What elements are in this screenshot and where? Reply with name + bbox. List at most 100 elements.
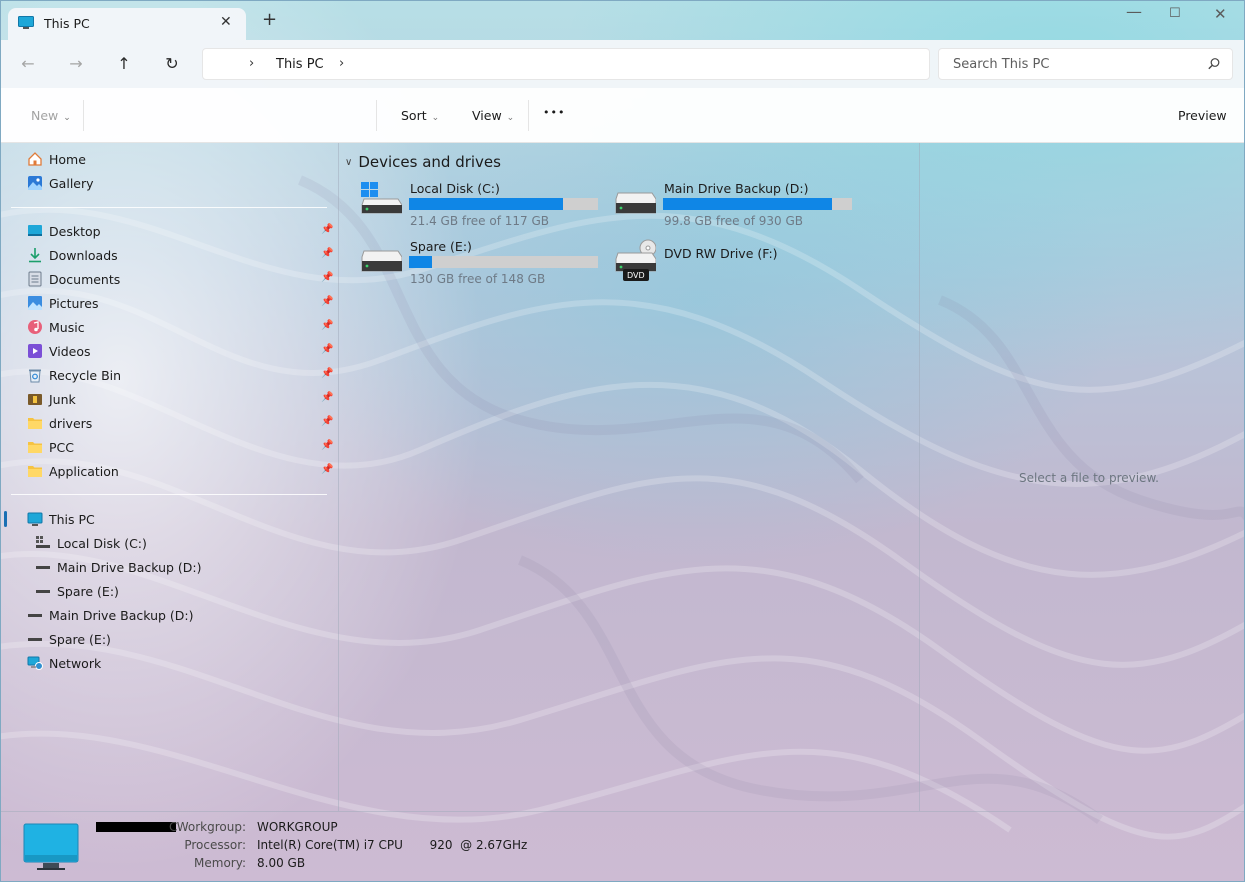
pane-divider[interactable] — [919, 143, 920, 811]
forward-button[interactable]: → — [66, 54, 86, 73]
search-input[interactable]: Search This PC — [953, 57, 1049, 72]
chevron-down-icon: ⌄ — [506, 113, 515, 123]
sidebar-item-pictures[interactable]: Pictures — [27, 292, 99, 314]
pin-icon[interactable]: 📌 — [321, 224, 333, 235]
sidebar-item-main-drive-backup-d-root[interactable]: Main Drive Backup (D:) — [27, 604, 194, 626]
pin-icon[interactable]: 📌 — [321, 248, 333, 259]
refresh-button[interactable]: ↻ — [162, 54, 182, 73]
sidebar-item-label: PCC — [49, 439, 74, 455]
new-button[interactable]: New ⌄ — [31, 108, 71, 123]
sidebar-item-junk[interactable]: Junk — [27, 388, 76, 410]
junk-icon — [28, 394, 42, 405]
title-bar: This PC ✕ + — ☐ ✕ — [0, 0, 1245, 40]
drive-name: Main Drive Backup (D:) — [664, 181, 809, 196]
sidebar-item-documents[interactable]: Documents — [27, 268, 120, 290]
sidebar-item-label: drivers — [49, 415, 93, 431]
pin-icon[interactable]: 📌 — [321, 320, 333, 331]
folder-icon — [28, 442, 42, 453]
sidebar-item-pcc[interactable]: PCC — [27, 436, 74, 458]
sidebar-item-desktop[interactable]: Desktop — [27, 220, 101, 242]
sidebar-item-application[interactable]: Application — [27, 460, 119, 482]
tab-this-pc[interactable]: This PC ✕ — [8, 8, 246, 40]
sidebar-item-label: Pictures — [49, 295, 99, 311]
drive-usage-fill — [409, 198, 564, 210]
drive-free-space: 21.4 GB free of 117 GB — [410, 214, 549, 228]
pin-icon[interactable]: 📌 — [321, 368, 333, 379]
folder-icon — [28, 466, 42, 477]
sidebar-item-downloads[interactable]: Downloads — [27, 244, 118, 266]
new-label: New — [31, 108, 59, 123]
chevron-down-icon: ⌄ — [431, 113, 440, 123]
drive-icon — [615, 192, 656, 214]
pin-icon[interactable]: 📌 — [321, 296, 333, 307]
address-bar[interactable]: › This PC › — [202, 48, 930, 80]
preview-placeholder-text: Select a file to preview. — [1019, 471, 1159, 485]
sidebar-item-drivers[interactable]: drivers — [27, 412, 92, 434]
chevron-right-icon[interactable]: › — [249, 56, 254, 71]
sidebar-item-spare-e-root[interactable]: Spare (E:) — [27, 628, 111, 650]
breadcrumb-this-pc[interactable]: This PC — [276, 57, 324, 72]
command-bar: New ⌄ Sort ⌄ View ⌄ ••• Preview — [1, 88, 1244, 143]
separator — [83, 100, 84, 131]
maximize-button[interactable]: ☐ — [1169, 6, 1181, 21]
computer-icon — [23, 823, 79, 870]
group-header-devices-and-drives[interactable]: ∨ Devices and drives — [345, 153, 501, 171]
new-tab-button[interactable]: + — [262, 11, 277, 29]
up-button[interactable]: ↑ — [114, 54, 134, 73]
network-icon — [27, 656, 43, 670]
pin-icon[interactable]: 📌 — [321, 392, 333, 403]
sidebar-item-this-pc[interactable]: This PC — [27, 508, 95, 530]
divider — [11, 494, 327, 495]
sidebar-item-spare-e[interactable]: Spare (E:) — [35, 580, 119, 602]
pin-icon[interactable]: 📌 — [321, 464, 333, 475]
sidebar-item-label: Home — [49, 151, 86, 167]
sidebar-item-recycle-bin[interactable]: Recycle Bin — [27, 364, 121, 386]
sidebar-item-label: Main Drive Backup (D:) — [57, 559, 202, 575]
back-button[interactable]: ← — [18, 54, 38, 73]
view-button[interactable]: View ⌄ — [472, 108, 514, 123]
sidebar-item-label: Local Disk (C:) — [57, 535, 147, 551]
pane-divider[interactable] — [338, 143, 339, 811]
sidebar-item-music[interactable]: Music — [27, 316, 85, 338]
sidebar-item-home[interactable]: Home — [27, 148, 86, 170]
sidebar-item-gallery[interactable]: Gallery — [27, 172, 94, 194]
computer-icon — [27, 512, 43, 526]
drive-tile-local-disk-c[interactable]: Local Disk (C:) 21.4 GB free of 117 GB — [358, 181, 608, 231]
pin-icon[interactable]: 📌 — [321, 416, 333, 427]
drive-icon — [36, 566, 50, 569]
preview-button[interactable]: Preview — [1178, 108, 1227, 123]
sort-button[interactable]: Sort ⌄ — [401, 108, 439, 123]
drive-free-space: 99.8 GB free of 930 GB — [664, 214, 803, 228]
close-window-button[interactable]: ✕ — [1214, 5, 1227, 23]
separator — [376, 100, 377, 131]
sidebar-item-label: Recycle Bin — [49, 367, 122, 383]
sidebar-item-videos[interactable]: Videos — [27, 340, 91, 362]
pin-icon[interactable]: 📌 — [321, 344, 333, 355]
more-options-button[interactable]: ••• — [543, 106, 565, 119]
sidebar-item-local-disk-c[interactable]: Local Disk (C:) — [35, 532, 147, 554]
drive-tile-spare-e[interactable]: Spare (E:) 130 GB free of 148 GB — [358, 239, 608, 289]
drive-tile-main-drive-backup-d[interactable]: Main Drive Backup (D:) 99.8 GB free of 9… — [612, 181, 862, 231]
sidebar-item-label: This PC — [49, 511, 95, 527]
chevron-right-icon[interactable]: › — [339, 56, 344, 71]
navigation-pane: Home Gallery Desktop 📌 Downloads 📌 Docum… — [1, 143, 338, 811]
search-box[interactable]: Search This PC — [938, 48, 1233, 80]
sidebar-item-label: Network — [49, 655, 102, 671]
sidebar-item-network[interactable]: Network — [27, 652, 101, 674]
drive-tile-dvd-rw-f[interactable]: DVD DVD RW Drive (F:) — [612, 239, 862, 289]
minimize-button[interactable]: — — [1126, 2, 1142, 21]
pin-icon[interactable]: 📌 — [321, 440, 333, 451]
download-icon — [29, 248, 41, 263]
drive-usage-bar — [409, 198, 598, 210]
separator — [528, 100, 529, 131]
drive-name: Local Disk (C:) — [410, 181, 500, 196]
drive-icon — [361, 250, 402, 272]
chevron-down-icon[interactable]: ∨ — [345, 157, 352, 168]
close-tab-button[interactable]: ✕ — [220, 14, 232, 30]
drive-icon — [28, 614, 42, 617]
drive-name: DVD RW Drive (F:) — [664, 246, 778, 261]
pin-icon[interactable]: 📌 — [321, 272, 333, 283]
pictures-icon — [28, 296, 42, 310]
workgroup-label: Workgroup: — [176, 820, 246, 834]
sidebar-item-main-drive-backup-d[interactable]: Main Drive Backup (D:) — [35, 556, 202, 578]
